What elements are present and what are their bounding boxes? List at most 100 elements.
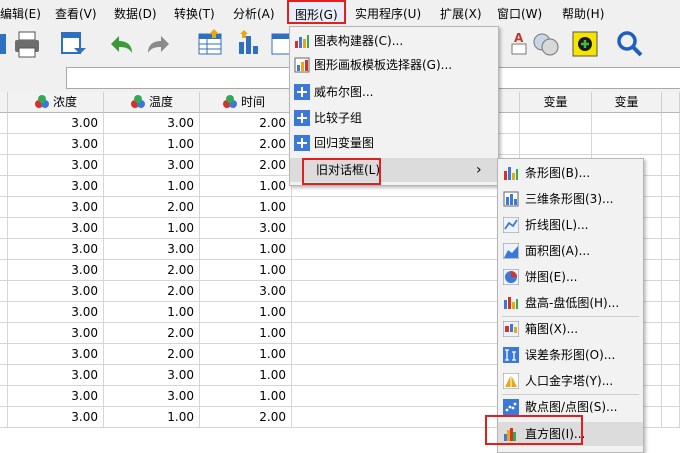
data-cell[interactable]: 3.00 [104,386,200,407]
data-cell[interactable]: 3.00 [8,281,104,302]
empty-cell[interactable] [662,197,680,218]
empty-cell[interactable] [292,344,520,365]
column-header-time[interactable]: 时间 [200,92,292,113]
column-header-var2[interactable]: 变量 [592,92,662,113]
empty-cell[interactable] [292,239,520,260]
data-cell[interactable]: 3.00 [8,344,104,365]
data-cell[interactable]: 3.00 [8,134,104,155]
menu-help[interactable]: 帮助(H) [562,5,604,22]
menu-item-population-pyramid[interactable]: 人口金字塔(Y)... [498,369,643,393]
empty-cell[interactable] [662,176,680,197]
empty-cell[interactable] [662,134,680,155]
empty-cell[interactable] [292,197,520,218]
data-cell[interactable]: 2.00 [104,260,200,281]
empty-cell[interactable] [662,365,680,386]
add-icon[interactable] [571,28,601,60]
empty-cell[interactable] [662,218,680,239]
redo-icon[interactable] [145,28,175,60]
data-cell[interactable]: 2.00 [104,281,200,302]
empty-cell[interactable] [292,323,520,344]
empty-cell[interactable] [0,260,8,281]
empty-cell[interactable] [592,134,662,155]
data-cell[interactable]: 3.00 [8,155,104,176]
data-cell[interactable]: 2.00 [200,155,292,176]
empty-cell[interactable] [662,281,680,302]
empty-cell[interactable] [520,134,592,155]
data-cell[interactable]: 1.00 [200,260,292,281]
goto-variable-icon[interactable] [234,28,264,60]
empty-cell[interactable] [662,302,680,323]
menu-item-error-bar[interactable]: 误差条形图(O)... [498,343,643,367]
menu-utilities[interactable]: 实用程序(U) [355,5,421,22]
data-cell[interactable]: 1.00 [200,197,292,218]
undo-icon[interactable] [105,28,135,60]
empty-cell[interactable] [0,344,8,365]
menu-item-high-low-chart[interactable]: 盘高-盘低图(H)... [498,291,643,315]
data-cell[interactable]: 2.00 [200,113,292,134]
data-cell[interactable]: 2.00 [104,323,200,344]
data-cell[interactable]: 1.00 [200,344,292,365]
empty-cell[interactable] [0,239,8,260]
data-cell[interactable]: 3.00 [8,218,104,239]
empty-cell[interactable] [292,302,520,323]
menu-data[interactable]: 数据(D) [114,5,157,22]
empty-cell[interactable] [592,113,662,134]
empty-cell[interactable] [0,197,8,218]
empty-cell[interactable] [292,281,520,302]
empty-cell[interactable] [662,155,680,176]
search-icon[interactable] [614,28,644,60]
data-cell[interactable]: 3.00 [104,239,200,260]
data-cell[interactable]: 1.00 [200,302,292,323]
empty-cell[interactable] [0,302,8,323]
menu-item-area-chart[interactable]: 面积图(A)... [498,239,643,263]
empty-cell[interactable] [292,407,520,428]
empty-cell[interactable] [0,155,8,176]
empty-cell[interactable] [520,113,592,134]
empty-cell[interactable] [662,386,680,407]
goto-case-icon[interactable] [196,28,226,60]
empty-cell[interactable] [0,113,8,134]
data-cell[interactable]: 2.00 [200,134,292,155]
data-cell[interactable]: 3.00 [200,281,292,302]
empty-cell[interactable] [0,134,8,155]
menu-item-template-chooser[interactable]: 图形画板模板选择器(G)... [290,53,498,77]
data-cell[interactable]: 1.00 [104,407,200,428]
data-cell[interactable]: 3.00 [8,323,104,344]
menu-graphs[interactable]: 图形(G) [287,0,346,24]
empty-cell[interactable] [662,323,680,344]
empty-cell[interactable] [0,365,8,386]
data-cell[interactable]: 1.00 [200,176,292,197]
empty-cell[interactable] [292,365,520,386]
print-icon[interactable] [12,28,42,60]
menu-extensions[interactable]: 扩展(X) [440,5,482,22]
empty-cell[interactable] [0,176,8,197]
empty-cell[interactable] [662,407,680,428]
menu-item-regression-plot[interactable]: 回归变量图 [290,131,498,155]
empty-cell[interactable] [0,281,8,302]
empty-cell[interactable] [662,260,680,281]
menu-item-legacy-dialogs[interactable]: 旧对话框(L) › [290,158,498,182]
use-sets-icon[interactable] [531,28,561,60]
empty-cell[interactable] [292,260,520,281]
data-cell[interactable]: 3.00 [8,365,104,386]
menu-item-chart-builder[interactable]: 图表构建器(C)... [290,29,498,53]
data-cell[interactable]: 3.00 [8,239,104,260]
data-cell[interactable]: 2.00 [200,407,292,428]
data-cell[interactable]: 1.00 [200,365,292,386]
data-cell[interactable]: 3.00 [8,260,104,281]
data-cell[interactable]: 2.00 [104,197,200,218]
empty-cell[interactable] [292,386,520,407]
menu-transform[interactable]: 转换(T) [174,5,215,22]
data-cell[interactable]: 3.00 [8,113,104,134]
column-header-concentration[interactable]: 浓度 [8,92,104,113]
menu-item-line-chart[interactable]: 折线图(L)... [498,213,643,237]
data-cell[interactable]: 1.00 [104,218,200,239]
data-cell[interactable]: 3.00 [8,302,104,323]
recall-dialog-icon[interactable] [58,28,88,60]
empty-cell[interactable] [662,113,680,134]
data-cell[interactable]: 3.00 [8,197,104,218]
menu-item-3d-bar-chart[interactable]: 三维条形图(3)... [498,187,643,211]
data-cell[interactable]: 1.00 [200,323,292,344]
data-cell[interactable]: 1.00 [200,386,292,407]
empty-cell[interactable] [0,386,8,407]
